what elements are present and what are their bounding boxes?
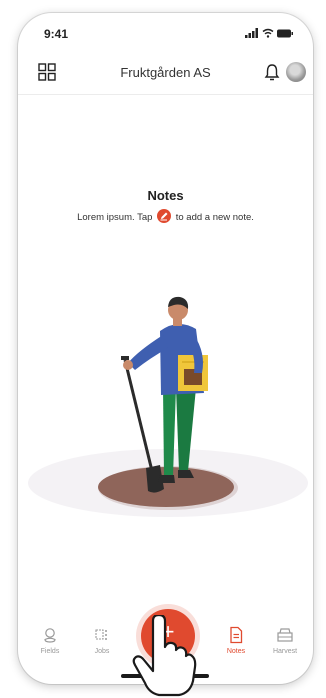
- app-header: Fruktgården AS: [18, 51, 313, 95]
- battery-icon: [277, 29, 293, 38]
- tab-jobs-label: Jobs: [94, 648, 110, 655]
- ground-mound-top: [98, 467, 234, 507]
- tab-fields[interactable]: Fields: [30, 626, 70, 655]
- empty-desc-after: to add a new note.: [175, 212, 254, 223]
- map-pin-icon: [44, 628, 56, 643]
- tab-notes-label: Notes: [226, 648, 246, 655]
- head: [168, 300, 188, 320]
- signal-icon: [245, 28, 258, 38]
- left-leg: [163, 388, 176, 476]
- wifi-icon: [262, 28, 274, 38]
- ground-shadow: [28, 449, 308, 517]
- box: [178, 355, 208, 391]
- document-icon: [230, 626, 243, 644]
- shovel-handle: [123, 359, 154, 472]
- ground-mound: [98, 466, 238, 510]
- left-shoe: [158, 475, 175, 483]
- right-shoe: [178, 470, 194, 478]
- right-leg: [176, 388, 196, 471]
- shovel-grip: [121, 356, 129, 360]
- tap-hand-icon: [132, 615, 197, 697]
- tab-harvest[interactable]: Harvest: [265, 626, 305, 655]
- pencil-badge-icon: [157, 209, 172, 223]
- phone-frame: 9:41 Fruktgården AS Notes Lorem ipsum. T…: [18, 13, 313, 684]
- crate-icon: [277, 628, 293, 642]
- neck: [173, 316, 182, 326]
- box-dirt: [184, 369, 202, 385]
- tasks-icon: [95, 629, 107, 640]
- tab-jobs[interactable]: Jobs: [82, 626, 122, 655]
- shirt: [160, 323, 204, 395]
- stage: 9:41 Fruktgården AS Notes Lorem ipsum. T…: [0, 0, 326, 698]
- left-arm: [128, 335, 168, 370]
- tab-harvest-label: Harvest: [272, 648, 298, 655]
- status-icons: [245, 28, 293, 38]
- tab-fields-label: Fields: [40, 648, 60, 655]
- left-hand: [123, 360, 133, 370]
- bell-icon[interactable]: [264, 63, 280, 81]
- status-time: 9:41: [44, 27, 69, 41]
- empty-state-title: Notes: [147, 188, 184, 203]
- shovel-blade: [146, 465, 164, 493]
- right-arm: [188, 335, 203, 373]
- gardener-illustration: [28, 296, 308, 517]
- status-bar: 9:41: [18, 13, 313, 49]
- tab-notes[interactable]: Notes: [216, 626, 256, 655]
- hair: [168, 296, 189, 309]
- avatar[interactable]: [286, 62, 306, 82]
- empty-state-description: Lorem ipsum. Tap to add a new note.: [18, 209, 313, 223]
- empty-desc-before: Lorem ipsum. Tap: [77, 212, 153, 223]
